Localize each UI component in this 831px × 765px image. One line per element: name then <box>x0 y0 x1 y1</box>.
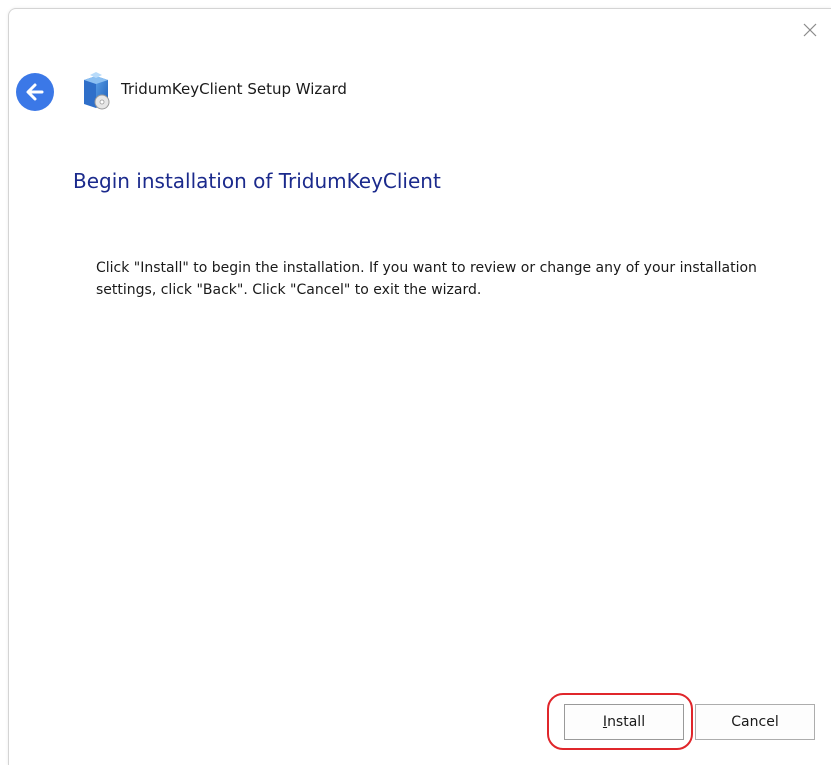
cancel-button[interactable]: Cancel <box>695 704 815 740</box>
installer-app-icon <box>80 72 112 112</box>
close-button[interactable] <box>796 16 824 44</box>
window-title: TridumKeyClient Setup Wizard <box>121 80 347 98</box>
install-button[interactable]: Install <box>564 704 684 740</box>
back-button[interactable] <box>16 73 54 111</box>
install-label: nstall <box>607 714 646 730</box>
instructions-text: Click "Install" to begin the installatio… <box>96 260 757 298</box>
setup-wizard-window <box>8 8 831 765</box>
back-arrow-icon <box>26 83 44 101</box>
page-title: Begin installation of TridumKeyClient <box>73 169 441 193</box>
close-icon <box>803 23 817 37</box>
